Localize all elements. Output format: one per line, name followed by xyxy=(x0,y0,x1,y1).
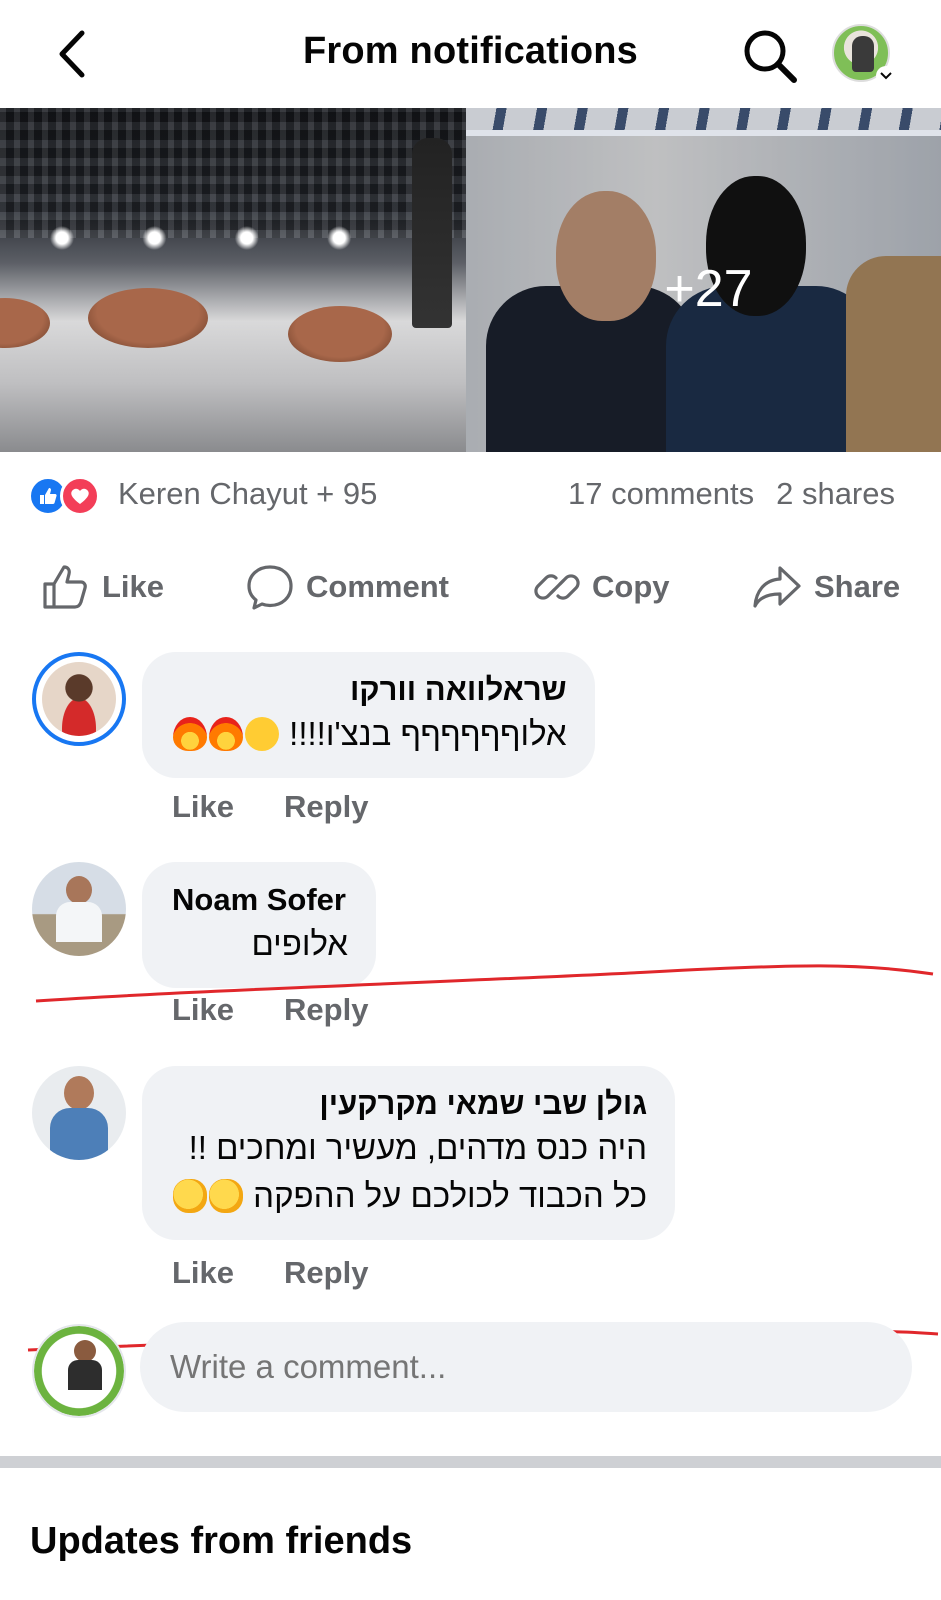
comment-like-button[interactable]: Like xyxy=(172,789,234,824)
comment-bubble: Noam Sofer אלופים xyxy=(142,862,376,988)
link-icon xyxy=(534,574,580,600)
avatar[interactable] xyxy=(32,862,126,956)
top-bar: From notifications xyxy=(0,0,941,108)
avatar[interactable] xyxy=(32,1066,126,1160)
avatar[interactable] xyxy=(32,1324,126,1418)
copy-label: Copy xyxy=(592,569,670,604)
more-photos-count: +27 xyxy=(664,260,753,318)
comment-author[interactable]: שראלוואה וורקו xyxy=(172,670,567,710)
like-button[interactable]: Like xyxy=(40,555,164,619)
section-divider xyxy=(0,1456,941,1468)
avatar[interactable] xyxy=(32,652,126,746)
post-action-bar: Like Comment Copy Share xyxy=(0,555,941,619)
search-button[interactable] xyxy=(740,26,800,86)
fire-emoji-icon xyxy=(209,717,243,751)
love-reaction-icon xyxy=(60,476,100,516)
comment-reply-button[interactable]: Reply xyxy=(284,789,368,824)
chevron-down-icon xyxy=(876,66,896,86)
section-title: Updates from friends xyxy=(30,1520,413,1562)
audience-image xyxy=(0,108,467,238)
clapping-hands-emoji-icon xyxy=(209,1179,243,1213)
reactors-names[interactable]: Keren Chayut + 95 xyxy=(118,476,377,512)
comment-text-line: היה כנס מדהים, מעשיר ומחכים !! xyxy=(188,1129,648,1166)
thumbs-up-icon xyxy=(43,565,87,609)
comment-input[interactable] xyxy=(140,1322,912,1412)
comment-bubble-icon xyxy=(247,565,293,610)
comment-bubble: שראלוואה וורקו אלוףףףףףף בנצ'ו!!!! xyxy=(142,652,595,778)
reaction-icons[interactable] xyxy=(28,476,110,516)
like-label: Like xyxy=(102,569,165,604)
clapping-hands-emoji-icon xyxy=(173,1179,207,1213)
comment-label: Comment xyxy=(306,569,449,604)
comment-button[interactable]: Comment xyxy=(246,555,449,619)
comment-bubble: גולן שבי שמאי מקרקעין היה כנס מדהים, מעש… xyxy=(142,1066,676,1240)
shares-count[interactable]: 2 shares xyxy=(776,476,895,511)
fire-emoji-icon xyxy=(173,717,207,751)
comments-count[interactable]: 17 comments xyxy=(568,476,754,511)
comment-actions: Like Reply xyxy=(172,1255,368,1291)
comment-author[interactable]: גולן שבי שמאי מקרקעין xyxy=(172,1084,647,1124)
share-button[interactable]: Share xyxy=(752,555,900,619)
comment-actions: Like Reply xyxy=(172,789,368,825)
share-arrow-icon xyxy=(753,566,801,608)
comment-share-counts: 17 comments 2 shares xyxy=(568,476,895,512)
comment-reply-button[interactable]: Reply xyxy=(284,992,368,1027)
comment-text: אלופים xyxy=(251,925,348,962)
comment-text: אלוףףףףףף בנצ'ו!!!! xyxy=(172,710,567,758)
comment-text-line: כל הכבוד לכולכם על ההפקה xyxy=(172,1172,647,1220)
write-comment-row xyxy=(0,1318,941,1418)
comment-author[interactable]: Noam Sofer xyxy=(172,880,348,920)
reactions-summary: Keren Chayut + 95 17 comments 2 shares xyxy=(0,472,941,522)
comment-like-button[interactable]: Like xyxy=(172,992,234,1027)
share-label: Share xyxy=(814,569,901,604)
post-photo-conference-stage[interactable] xyxy=(0,108,467,452)
copy-link-button[interactable]: Copy xyxy=(534,555,670,619)
heart-eyes-emoji-icon xyxy=(245,717,279,751)
comment-reply-button[interactable]: Reply xyxy=(284,1255,368,1290)
more-photos-overlay: +27 xyxy=(466,136,941,452)
profile-menu-button[interactable] xyxy=(832,24,896,88)
search-icon xyxy=(744,30,797,83)
comment-like-button[interactable]: Like xyxy=(172,1255,234,1290)
post-photo-more[interactable]: +27 xyxy=(466,108,941,452)
comment-actions: Like Reply xyxy=(172,992,368,1028)
post-photo-grid: +27 xyxy=(0,108,941,452)
